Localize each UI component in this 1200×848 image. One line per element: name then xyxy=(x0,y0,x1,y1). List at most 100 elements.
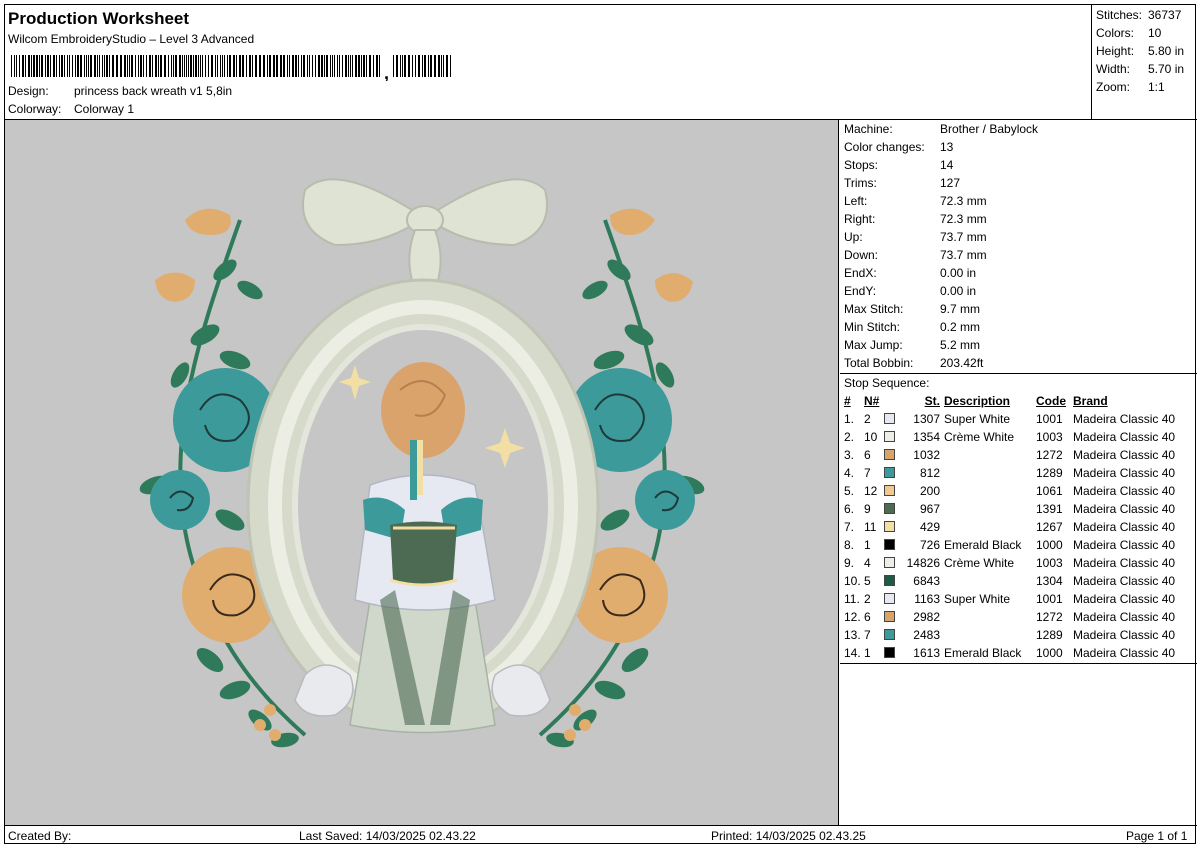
stop-stitches: 1163 xyxy=(914,592,940,606)
info-row: EndY: 0.00 in xyxy=(844,284,977,298)
table-row: 7. 11 429 1267 Madeira Classic 40 xyxy=(840,518,1197,536)
stop-index: 1. xyxy=(844,412,855,426)
stop-needle: 1 xyxy=(864,538,871,552)
info-row: Right: 72.3 mm xyxy=(844,212,987,226)
thread-color-swatch xyxy=(884,593,895,605)
stop-brand: Madeira Classic 40 xyxy=(1073,430,1176,444)
stop-brand: Madeira Classic 40 xyxy=(1073,610,1176,624)
stat-width: Width: 5.70 in xyxy=(1096,62,1185,76)
stop-needle: 11 xyxy=(864,520,877,534)
stop-description: Emerald Black xyxy=(944,646,1022,660)
stop-needle: 7 xyxy=(864,466,871,480)
stop-brand: Madeira Classic 40 xyxy=(1073,628,1176,642)
stop-stitches: 967 xyxy=(919,502,940,516)
stop-code: 1272 xyxy=(1036,610,1063,624)
thread-color-swatch xyxy=(884,611,895,623)
table-row: 14. 1 1613 Emerald Black 1000 Madeira Classic… xyxy=(840,644,1197,662)
stop-code: 1289 xyxy=(1036,628,1063,642)
stop-description: Super White xyxy=(944,412,1011,426)
design-preview xyxy=(5,120,839,825)
barcode-separator: , xyxy=(384,63,389,81)
stop-index: 13. xyxy=(844,628,861,642)
stop-code: 1391 xyxy=(1036,502,1063,516)
table-header-row: # N# St. Description Code Brand xyxy=(840,392,1197,410)
stop-needle: 7 xyxy=(864,628,871,642)
table-row: 11. 2 1163 Super White 1001 Madeira Classic 4… xyxy=(840,590,1197,608)
stop-needle: 2 xyxy=(864,592,871,606)
table-row: 9. 4 14826 Crème White 1003 Madeira Classic 4… xyxy=(840,554,1197,572)
stop-index: 12. xyxy=(844,610,861,624)
stop-description xyxy=(944,464,1036,482)
color-swatch xyxy=(884,410,902,428)
stop-description xyxy=(944,626,1036,644)
stop-brand: Madeira Classic 40 xyxy=(1073,538,1176,552)
thread-color-swatch xyxy=(884,449,895,461)
info-row: Total Bobbin: 203.42ft xyxy=(844,356,984,370)
stop-stitches: 1032 xyxy=(913,448,940,462)
embroidery-design-image xyxy=(139,178,705,748)
col-header-swatch xyxy=(884,392,902,410)
colorway-value: Colorway 1 xyxy=(74,102,135,116)
colorway-row: Colorway: Colorway 1 xyxy=(8,102,134,116)
color-swatch xyxy=(884,482,902,500)
table-row: 3. 6 1032 1272 Madeira Classic 40 xyxy=(840,446,1197,464)
stop-brand: Madeira Classic 40 xyxy=(1073,466,1176,480)
stop-needle: 10 xyxy=(864,430,878,444)
info-row: Min Stitch: 0.2 mm xyxy=(844,320,981,334)
stop-stitches: 2483 xyxy=(913,628,940,642)
page-number: Page 1 of 1 xyxy=(1126,829,1188,843)
thread-color-swatch xyxy=(884,575,895,587)
info-row: Max Stitch: 9.7 mm xyxy=(844,302,981,316)
barcode: , xyxy=(11,55,451,81)
stop-stitches: 14826 xyxy=(906,556,940,570)
color-swatch xyxy=(884,518,902,536)
design-label: Design: xyxy=(8,84,49,98)
stop-brand: Madeira Classic 40 xyxy=(1073,592,1176,606)
worksheet-footer: Created By: Last Saved: 14/03/2025 02.43… xyxy=(5,825,1197,845)
col-header-description: Description xyxy=(944,394,1011,408)
thread-color-swatch xyxy=(884,539,895,551)
stop-code: 1003 xyxy=(1036,430,1063,444)
table-row: 13. 7 2483 1289 Madeira Classic 40 xyxy=(840,626,1197,644)
stop-stitches: 1354 xyxy=(913,430,940,444)
stop-index: 5. xyxy=(844,484,855,498)
table-row: 1. 2 1307 Super White 1001 Madeira Classic 40 xyxy=(840,410,1197,428)
stop-needle: 1 xyxy=(864,646,871,660)
stat-height: Height: 5.80 in xyxy=(1096,44,1185,58)
info-row: EndX: 0.00 in xyxy=(844,266,977,280)
stop-stitches: 429 xyxy=(919,520,940,534)
info-row: Left: 72.3 mm xyxy=(844,194,987,208)
info-row: Trims: 127 xyxy=(844,176,961,190)
last-saved: Last Saved: 14/03/2025 02.43.22 xyxy=(299,829,476,843)
table-row: 12. 6 2982 1272 Madeira Classic 40 xyxy=(840,608,1197,626)
thread-color-swatch xyxy=(884,485,895,497)
stop-index: 2. xyxy=(844,430,855,444)
stop-sequence: Stop Sequence: # N# St. Description Code… xyxy=(840,373,1197,662)
created-by: Created By: xyxy=(8,829,72,843)
stop-code: 1000 xyxy=(1036,538,1063,552)
stop-needle: 12 xyxy=(864,484,878,498)
stop-index: 4. xyxy=(844,466,855,480)
stop-index: 8. xyxy=(844,538,855,552)
stop-description: Crème White xyxy=(944,556,1015,570)
thread-color-swatch xyxy=(884,629,895,641)
info-panel: Machine: Brother / Babylock Color changes… xyxy=(840,120,1197,825)
worksheet-frame: Production Worksheet Wilcom EmbroiderySt… xyxy=(4,4,1197,845)
worksheet-header: Production Worksheet Wilcom EmbroiderySt… xyxy=(5,5,1091,119)
machine-info: Machine: Brother / Babylock Color changes… xyxy=(840,120,1197,372)
color-swatch xyxy=(884,464,902,482)
thread-color-swatch xyxy=(884,557,895,569)
stop-sequence-table: # N# St. Description Code Brand 1. 2 1307 S… xyxy=(840,392,1197,662)
stop-code: 1001 xyxy=(1036,412,1063,426)
table-row: 8. 1 726 Emerald Black 1000 Madeira Classic 4… xyxy=(840,536,1197,554)
stop-sequence-end-divider xyxy=(840,663,1197,664)
color-swatch xyxy=(884,572,902,590)
stop-description xyxy=(944,608,1036,626)
stop-code: 1267 xyxy=(1036,520,1063,534)
color-swatch xyxy=(884,446,902,464)
info-row: Color changes: 13 xyxy=(844,140,954,154)
stop-stitches: 200 xyxy=(919,484,940,498)
table-row: 4. 7 812 1289 Madeira Classic 40 xyxy=(840,464,1197,482)
stop-description xyxy=(944,500,1036,518)
stop-description xyxy=(944,446,1036,464)
